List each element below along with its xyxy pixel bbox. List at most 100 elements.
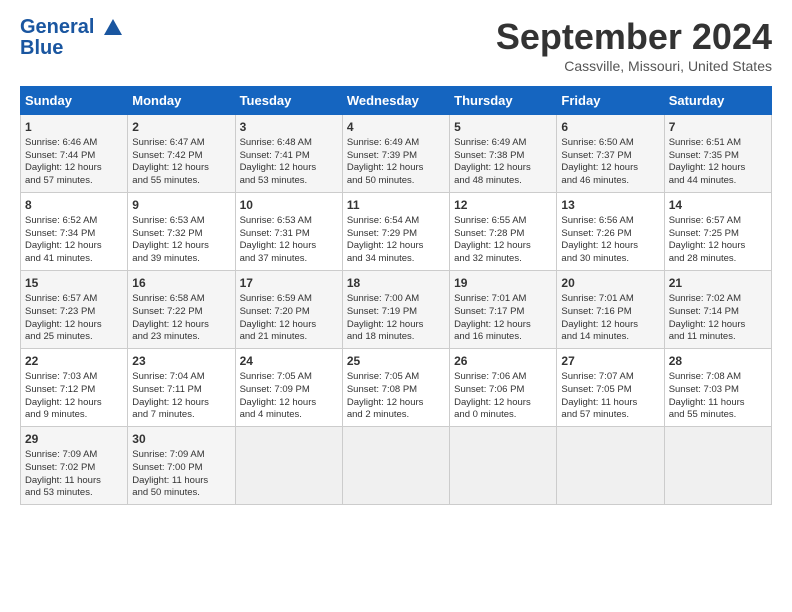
day-number: 24 (240, 353, 338, 370)
week-row-3: 15Sunrise: 6:57 AM Sunset: 7:23 PM Dayli… (21, 271, 772, 349)
day-number: 2 (132, 119, 230, 136)
day-number: 20 (561, 275, 659, 292)
calendar-cell (235, 427, 342, 505)
day-number: 18 (347, 275, 445, 292)
day-number: 12 (454, 197, 552, 214)
cell-info: Sunrise: 6:55 AM Sunset: 7:28 PM Dayligh… (454, 215, 552, 266)
logo-icon (102, 17, 124, 39)
calendar-cell: 25Sunrise: 7:05 AM Sunset: 7:08 PM Dayli… (342, 349, 449, 427)
calendar-cell: 17Sunrise: 6:59 AM Sunset: 7:20 PM Dayli… (235, 271, 342, 349)
cell-info: Sunrise: 7:01 AM Sunset: 7:16 PM Dayligh… (561, 293, 659, 344)
calendar-cell (664, 427, 771, 505)
calendar-cell: 28Sunrise: 7:08 AM Sunset: 7:03 PM Dayli… (664, 349, 771, 427)
day-number: 19 (454, 275, 552, 292)
calendar-cell: 4Sunrise: 6:49 AM Sunset: 7:39 PM Daylig… (342, 115, 449, 193)
day-number: 8 (25, 197, 123, 214)
cell-info: Sunrise: 6:50 AM Sunset: 7:37 PM Dayligh… (561, 137, 659, 188)
calendar-cell: 19Sunrise: 7:01 AM Sunset: 7:17 PM Dayli… (450, 271, 557, 349)
week-row-2: 8Sunrise: 6:52 AM Sunset: 7:34 PM Daylig… (21, 193, 772, 271)
calendar-cell: 5Sunrise: 6:49 AM Sunset: 7:38 PM Daylig… (450, 115, 557, 193)
page: General Blue September 2024 Cassville, M… (0, 0, 792, 515)
day-number: 29 (25, 431, 123, 448)
calendar-cell: 14Sunrise: 6:57 AM Sunset: 7:25 PM Dayli… (664, 193, 771, 271)
calendar-cell (557, 427, 664, 505)
calendar-body: 1Sunrise: 6:46 AM Sunset: 7:44 PM Daylig… (21, 115, 772, 505)
day-number: 11 (347, 197, 445, 214)
calendar-cell: 10Sunrise: 6:53 AM Sunset: 7:31 PM Dayli… (235, 193, 342, 271)
calendar-cell: 15Sunrise: 6:57 AM Sunset: 7:23 PM Dayli… (21, 271, 128, 349)
cell-info: Sunrise: 6:53 AM Sunset: 7:32 PM Dayligh… (132, 215, 230, 266)
day-number: 15 (25, 275, 123, 292)
calendar-cell (342, 427, 449, 505)
logo: General Blue (20, 16, 124, 60)
calendar-cell (450, 427, 557, 505)
cell-info: Sunrise: 6:51 AM Sunset: 7:35 PM Dayligh… (669, 137, 767, 188)
calendar-cell: 8Sunrise: 6:52 AM Sunset: 7:34 PM Daylig… (21, 193, 128, 271)
calendar-header-row: SundayMondayTuesdayWednesdayThursdayFrid… (21, 87, 772, 115)
calendar-cell: 29Sunrise: 7:09 AM Sunset: 7:02 PM Dayli… (21, 427, 128, 505)
day-number: 30 (132, 431, 230, 448)
calendar-cell: 1Sunrise: 6:46 AM Sunset: 7:44 PM Daylig… (21, 115, 128, 193)
cell-info: Sunrise: 7:08 AM Sunset: 7:03 PM Dayligh… (669, 371, 767, 422)
calendar-cell: 18Sunrise: 7:00 AM Sunset: 7:19 PM Dayli… (342, 271, 449, 349)
column-header-friday: Friday (557, 87, 664, 115)
cell-info: Sunrise: 7:05 AM Sunset: 7:08 PM Dayligh… (347, 371, 445, 422)
cell-info: Sunrise: 7:04 AM Sunset: 7:11 PM Dayligh… (132, 371, 230, 422)
location: Cassville, Missouri, United States (496, 58, 772, 74)
cell-info: Sunrise: 7:00 AM Sunset: 7:19 PM Dayligh… (347, 293, 445, 344)
calendar-cell: 22Sunrise: 7:03 AM Sunset: 7:12 PM Dayli… (21, 349, 128, 427)
day-number: 9 (132, 197, 230, 214)
day-number: 7 (669, 119, 767, 136)
calendar-cell: 9Sunrise: 6:53 AM Sunset: 7:32 PM Daylig… (128, 193, 235, 271)
week-row-1: 1Sunrise: 6:46 AM Sunset: 7:44 PM Daylig… (21, 115, 772, 193)
cell-info: Sunrise: 6:46 AM Sunset: 7:44 PM Dayligh… (25, 137, 123, 188)
day-number: 25 (347, 353, 445, 370)
month-title: September 2024 (496, 16, 772, 58)
cell-info: Sunrise: 6:52 AM Sunset: 7:34 PM Dayligh… (25, 215, 123, 266)
day-number: 16 (132, 275, 230, 292)
column-header-thursday: Thursday (450, 87, 557, 115)
week-row-4: 22Sunrise: 7:03 AM Sunset: 7:12 PM Dayli… (21, 349, 772, 427)
cell-info: Sunrise: 6:49 AM Sunset: 7:39 PM Dayligh… (347, 137, 445, 188)
week-row-5: 29Sunrise: 7:09 AM Sunset: 7:02 PM Dayli… (21, 427, 772, 505)
title-area: September 2024 Cassville, Missouri, Unit… (496, 16, 772, 74)
day-number: 17 (240, 275, 338, 292)
day-number: 4 (347, 119, 445, 136)
cell-info: Sunrise: 7:09 AM Sunset: 7:02 PM Dayligh… (25, 449, 123, 500)
day-number: 22 (25, 353, 123, 370)
cell-info: Sunrise: 6:47 AM Sunset: 7:42 PM Dayligh… (132, 137, 230, 188)
cell-info: Sunrise: 7:03 AM Sunset: 7:12 PM Dayligh… (25, 371, 123, 422)
calendar-cell: 13Sunrise: 6:56 AM Sunset: 7:26 PM Dayli… (557, 193, 664, 271)
cell-info: Sunrise: 7:05 AM Sunset: 7:09 PM Dayligh… (240, 371, 338, 422)
cell-info: Sunrise: 6:48 AM Sunset: 7:41 PM Dayligh… (240, 137, 338, 188)
column-header-wednesday: Wednesday (342, 87, 449, 115)
column-header-monday: Monday (128, 87, 235, 115)
cell-info: Sunrise: 6:58 AM Sunset: 7:22 PM Dayligh… (132, 293, 230, 344)
calendar-cell: 2Sunrise: 6:47 AM Sunset: 7:42 PM Daylig… (128, 115, 235, 193)
logo-content: General Blue (20, 16, 124, 60)
header-area: General Blue September 2024 Cassville, M… (20, 16, 772, 74)
logo-general: General (20, 16, 94, 38)
day-number: 13 (561, 197, 659, 214)
day-number: 26 (454, 353, 552, 370)
cell-info: Sunrise: 7:02 AM Sunset: 7:14 PM Dayligh… (669, 293, 767, 344)
calendar-cell: 23Sunrise: 7:04 AM Sunset: 7:11 PM Dayli… (128, 349, 235, 427)
day-number: 5 (454, 119, 552, 136)
calendar-cell: 6Sunrise: 6:50 AM Sunset: 7:37 PM Daylig… (557, 115, 664, 193)
cell-info: Sunrise: 6:49 AM Sunset: 7:38 PM Dayligh… (454, 137, 552, 188)
column-header-tuesday: Tuesday (235, 87, 342, 115)
calendar-cell: 21Sunrise: 7:02 AM Sunset: 7:14 PM Dayli… (664, 271, 771, 349)
cell-info: Sunrise: 7:09 AM Sunset: 7:00 PM Dayligh… (132, 449, 230, 500)
calendar-cell: 24Sunrise: 7:05 AM Sunset: 7:09 PM Dayli… (235, 349, 342, 427)
day-number: 3 (240, 119, 338, 136)
column-header-saturday: Saturday (664, 87, 771, 115)
calendar-cell: 26Sunrise: 7:06 AM Sunset: 7:06 PM Dayli… (450, 349, 557, 427)
cell-info: Sunrise: 6:56 AM Sunset: 7:26 PM Dayligh… (561, 215, 659, 266)
calendar-cell: 3Sunrise: 6:48 AM Sunset: 7:41 PM Daylig… (235, 115, 342, 193)
cell-info: Sunrise: 7:07 AM Sunset: 7:05 PM Dayligh… (561, 371, 659, 422)
column-header-sunday: Sunday (21, 87, 128, 115)
day-number: 1 (25, 119, 123, 136)
day-number: 28 (669, 353, 767, 370)
calendar-cell: 7Sunrise: 6:51 AM Sunset: 7:35 PM Daylig… (664, 115, 771, 193)
cell-info: Sunrise: 7:01 AM Sunset: 7:17 PM Dayligh… (454, 293, 552, 344)
